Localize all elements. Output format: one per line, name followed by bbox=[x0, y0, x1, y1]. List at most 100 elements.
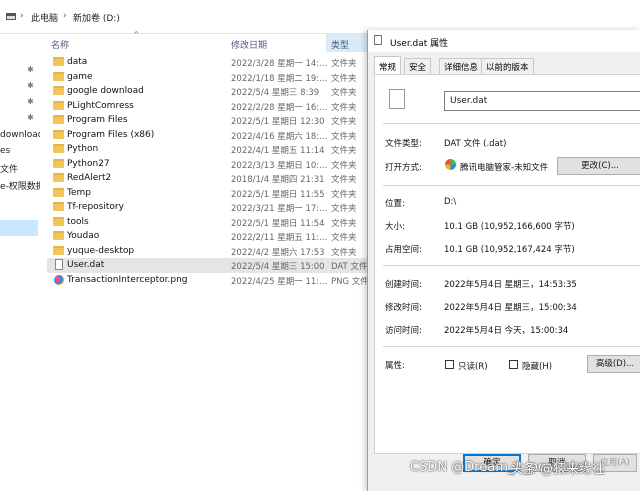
file-row[interactable]: tools 2022/5/1 星期日 11:54 文件夹 bbox=[47, 215, 367, 230]
dialog-title: User.dat 属性 bbox=[390, 39, 449, 49]
file-name: PLightComress bbox=[67, 100, 134, 111]
file-row[interactable]: TransactionInterceptor.png 2022/4/25 星期一 … bbox=[47, 273, 369, 288]
column-header-type[interactable]: 类型 bbox=[326, 34, 368, 52]
file-row[interactable]: data 2022/3/28 星期一 14:... 文件夹 bbox=[47, 55, 367, 70]
size-on-disk-value: 10.1 GB (10,952,167,424 字节) bbox=[444, 245, 575, 255]
change-button[interactable]: 更改(C)... bbox=[557, 157, 640, 175]
file-type: PNG 文件 bbox=[331, 276, 369, 287]
file-type: 文件夹 bbox=[331, 117, 357, 127]
document-icon bbox=[374, 35, 382, 45]
file-type: 文件夹 bbox=[331, 73, 357, 84]
dialog-title-bar[interactable]: User.dat 属性 bbox=[368, 30, 640, 52]
folder-icon bbox=[53, 231, 64, 240]
pin-icon[interactable]: ✱ bbox=[27, 98, 34, 106]
folder-icon bbox=[53, 57, 64, 66]
file-name: TransactionInterceptor.png bbox=[67, 274, 188, 285]
tab-security[interactable]: 安全 bbox=[404, 58, 432, 74]
readonly-checkbox[interactable] bbox=[445, 360, 454, 369]
breadcrumb-this-pc[interactable]: 此电脑 bbox=[31, 11, 58, 24]
file-type: 文件夹 bbox=[331, 160, 357, 171]
file-name: data bbox=[67, 57, 88, 67]
file-name: Youdao bbox=[67, 231, 100, 241]
folder-icon bbox=[53, 71, 64, 81]
folder-icon bbox=[53, 115, 64, 124]
file-modified-date: 2022/5/1 星期日 11:55 bbox=[231, 189, 325, 200]
image-icon bbox=[54, 274, 64, 285]
file-row[interactable]: google download 2022/5/4 星期三 8:39 文件夹 bbox=[47, 84, 367, 99]
nav-item-files[interactable]: 文件 bbox=[0, 162, 18, 176]
file-row[interactable]: Youdao 2022/2/11 星期五 11:... 文件夹 bbox=[47, 229, 367, 244]
readonly-label[interactable]: 只读(R) bbox=[458, 360, 488, 372]
breadcrumb-drive-d[interactable]: 新加卷 (D:) bbox=[73, 11, 120, 24]
file-name: Tf-repository bbox=[67, 202, 124, 212]
file-row[interactable]: Temp 2022/5/1 星期日 11:55 文件夹 bbox=[47, 186, 367, 201]
file-type: 文件夹 bbox=[331, 146, 357, 156]
file-row[interactable]: RedAlert2 2018/1/4 星期四 21:31 文件夹 bbox=[47, 171, 367, 186]
file-row[interactable]: yuque-desktop 2022/4/2 星期六 17:53 文件夹 bbox=[47, 244, 367, 259]
nav-item-es[interactable]: es bbox=[0, 146, 10, 160]
pin-icon[interactable]: ✱ bbox=[27, 82, 34, 90]
hidden-checkbox[interactable] bbox=[509, 360, 518, 369]
nav-item-selected[interactable] bbox=[0, 220, 38, 236]
drive-icon bbox=[6, 13, 16, 20]
divider bbox=[383, 265, 640, 266]
file-modified-date: 2018/1/4 星期四 21:31 bbox=[231, 175, 325, 185]
file-row[interactable]: Tf-repository 2022/3/21 星期一 17:... 文件夹 bbox=[47, 200, 367, 215]
file-row[interactable]: Python27 2022/3/13 星期日 10:... 文件夹 bbox=[47, 157, 367, 172]
tab-general[interactable]: 常规 bbox=[374, 56, 402, 74]
size-on-disk-label: 占用空间: bbox=[385, 245, 422, 255]
tab-details[interactable]: 详细信息 bbox=[439, 58, 484, 74]
divider bbox=[383, 185, 640, 186]
file-row[interactable]: game 2022/1/18 星期二 19:... 文件夹 bbox=[47, 70, 367, 85]
file-name: tools bbox=[67, 216, 89, 227]
file-modified-date: 2022/4/1 星期五 11:14 bbox=[231, 146, 325, 156]
nav-item-permission-data[interactable]: e-权限数据 bbox=[0, 179, 40, 193]
file-name: Temp bbox=[67, 187, 91, 198]
accessed-value: 2022年5月4日 今天，15:00:34 bbox=[444, 326, 569, 336]
file-type: 文件夹 bbox=[331, 233, 357, 243]
file-row[interactable]: User.dat 2022/5/4 星期三 15:00 DAT 文件 bbox=[47, 258, 367, 273]
location-label: 位置: bbox=[385, 199, 405, 209]
file-row[interactable]: Program Files 2022/5/1 星期日 12:30 文件夹 bbox=[47, 113, 367, 128]
file-name: yuque-desktop bbox=[67, 245, 135, 256]
pin-icon[interactable]: ✱ bbox=[27, 114, 34, 122]
hidden-label[interactable]: 隐藏(H) bbox=[522, 360, 552, 372]
file-name-field[interactable]: User.dat bbox=[444, 91, 640, 111]
file-modified-date: 2022/4/25 星期一 11:... bbox=[231, 276, 328, 287]
advanced-button[interactable]: 高级(D)... bbox=[587, 355, 640, 373]
file-type: 文件夹 bbox=[331, 247, 357, 258]
folder-icon bbox=[53, 187, 64, 197]
file-row[interactable]: PLightComress 2022/2/28 星期一 16:... 文件夹 bbox=[47, 99, 367, 114]
tencent-pc-manager-icon bbox=[445, 159, 456, 170]
file-name: game bbox=[67, 71, 93, 82]
file-type: 文件夹 bbox=[331, 88, 357, 98]
file-type: 文件夹 bbox=[331, 175, 357, 185]
address-bar[interactable]: › 此电脑 › 新加卷 (D:) bbox=[0, 0, 640, 34]
nav-item-download[interactable]: download bbox=[0, 130, 40, 144]
opens-with-value: 腾讯电脑管家-未知文件 bbox=[460, 163, 549, 173]
column-header-modified[interactable]: 修改日期 bbox=[226, 34, 326, 52]
file-row[interactable]: Program Files (x86) 2022/4/16 星期六 18:... 文… bbox=[47, 128, 367, 143]
file-row[interactable]: Python 2022/4/1 星期五 11:14 文件夹 bbox=[47, 142, 367, 157]
file-type: 文件夹 bbox=[331, 131, 357, 142]
size-label: 大小: bbox=[385, 222, 405, 232]
pin-icon[interactable]: ✱ bbox=[27, 66, 34, 74]
attributes-label: 属性: bbox=[385, 361, 405, 371]
file-modified-date: 2022/4/16 星期六 18:... bbox=[231, 131, 328, 142]
file-name: Python27 bbox=[67, 158, 110, 169]
navigation-pane: ✱ ✱ ✱ ✱ download es 文件 e-权限数据 bbox=[0, 34, 40, 491]
file-type: 文件夹 bbox=[331, 189, 357, 200]
divider bbox=[383, 123, 640, 124]
location-value: D:\ bbox=[444, 197, 457, 207]
document-icon bbox=[55, 259, 63, 270]
file-name: Program Files (x86) bbox=[67, 129, 155, 140]
file-type: 文件夹 bbox=[331, 218, 357, 229]
watermark-toutiao: 头条 @猿来缘往 bbox=[510, 462, 606, 477]
tab-previous-versions[interactable]: 以前的版本 bbox=[481, 58, 534, 74]
folder-icon bbox=[53, 173, 64, 182]
folder-icon bbox=[53, 202, 64, 211]
properties-dialog: User.dat 属性 常规 安全 详细信息 以前的版本 User.dat 文件… bbox=[367, 30, 640, 491]
file-modified-date: 2022/3/13 星期日 10:... bbox=[231, 160, 328, 171]
created-label: 创建时间: bbox=[385, 280, 422, 290]
column-header-name[interactable]: 名称 bbox=[47, 34, 225, 52]
